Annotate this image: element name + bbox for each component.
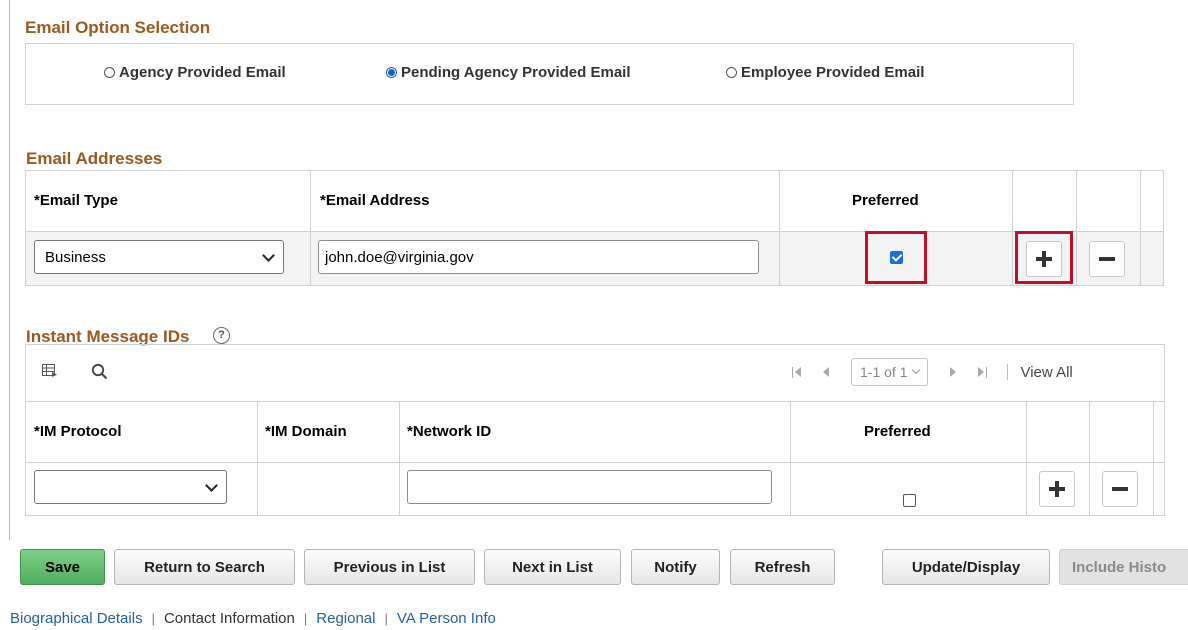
add-email-row-button[interactable] [1026,241,1062,277]
radio-pending-agency-provided-email[interactable]: Pending Agency Provided Email [386,64,631,81]
pager-value: 1-1 of 1 [860,364,908,380]
chevron-down-icon [912,365,921,375]
add-im-row-button[interactable] [1039,471,1075,507]
link-contact-information: Contact Information [163,610,295,627]
network-id-input[interactable] [407,470,772,504]
delete-im-row-button[interactable] [1102,471,1138,507]
radio-label: Pending Agency Provided Email [401,64,631,81]
grid-divider [310,171,311,285]
next-in-list-button[interactable]: Next in List [484,549,621,585]
toolbar-divider [1007,364,1009,380]
radio-button-icon[interactable] [726,67,737,78]
plus-icon [1036,251,1052,267]
radio-button-selected-icon[interactable] [386,67,397,78]
grid-divider [790,401,791,516]
grid-divider [26,401,1164,402]
grid-divider [779,171,780,285]
search-icon[interactable] [91,363,108,380]
radio-employee-provided-email[interactable]: Employee Provided Email [726,64,924,81]
link-regional[interactable]: Regional [316,610,375,627]
grid-divider [1076,171,1077,285]
header-preferred: Preferred [852,192,919,209]
header-im-protocol: *IM Protocol [34,423,122,440]
return-to-search-button[interactable]: Return to Search [114,549,295,585]
grid-divider [1153,401,1154,516]
email-type-select[interactable]: Business [34,240,284,274]
im-protocol-select[interactable] [34,470,227,504]
grid-navigation: 1-1 of 1 View All [792,358,1073,386]
link-separator: | [303,611,308,626]
view-all-link[interactable]: View All [1020,364,1072,381]
link-separator: | [384,611,388,626]
grid-divider [1140,171,1141,285]
grid-divider [1089,401,1090,516]
delete-email-row-button[interactable] [1089,241,1125,277]
help-icon[interactable]: ? [213,327,230,344]
plus-icon [1049,481,1065,497]
personalize-grid-icon[interactable] [42,364,58,378]
minus-icon [1099,257,1115,261]
include-history-button: Include Histo [1059,549,1188,585]
minus-icon [1112,487,1128,491]
radio-agency-provided-email[interactable]: Agency Provided Email [104,64,286,81]
grid-divider [257,401,258,516]
grid-divider [1026,401,1027,516]
link-separator: | [151,611,155,626]
chevron-down-icon [262,248,275,262]
grid-divider [26,462,1164,463]
grid-divider [399,401,400,516]
pager-select[interactable]: 1-1 of 1 [851,358,929,386]
radio-label: Employee Provided Email [741,64,925,81]
email-address-input[interactable]: john.doe@virginia.gov [318,240,759,274]
next-page-icon[interactable] [950,367,957,377]
refresh-button[interactable]: Refresh [730,549,835,585]
email-option-title: Email Option Selection [25,18,211,37]
notify-button[interactable]: Notify [631,549,720,585]
header-network-id: *Network ID [407,423,492,440]
im-preferred-checkbox[interactable] [903,494,916,507]
radio-label: Agency Provided Email [119,64,286,81]
email-type-value: Business [45,248,106,266]
page-left-border [9,0,10,540]
save-button[interactable]: Save [20,549,105,585]
link-va-person-info[interactable]: VA Person Info [397,610,496,627]
email-address-value: john.doe@virginia.gov [325,248,474,266]
last-page-icon[interactable] [978,366,988,378]
header-email-address: *Email Address [320,192,430,209]
header-im-preferred: Preferred [864,423,931,440]
chevron-down-icon [205,478,218,492]
page-links: Biographical Details | Contact Informati… [10,610,496,627]
header-im-domain: *IM Domain [265,423,347,440]
header-email-type: *Email Type [34,192,118,209]
update-display-button[interactable]: Update/Display [882,549,1050,585]
grid-divider [1012,171,1013,285]
previous-page-icon[interactable] [823,367,829,377]
previous-in-list-button[interactable]: Previous in List [304,549,475,585]
grid-divider [26,231,1163,232]
radio-button-icon[interactable] [104,67,115,78]
email-addresses-title: Email Addresses [26,149,163,168]
link-biographical-details[interactable]: Biographical Details [10,610,143,627]
email-preferred-checkbox[interactable] [890,251,903,264]
first-page-icon[interactable] [792,366,801,378]
